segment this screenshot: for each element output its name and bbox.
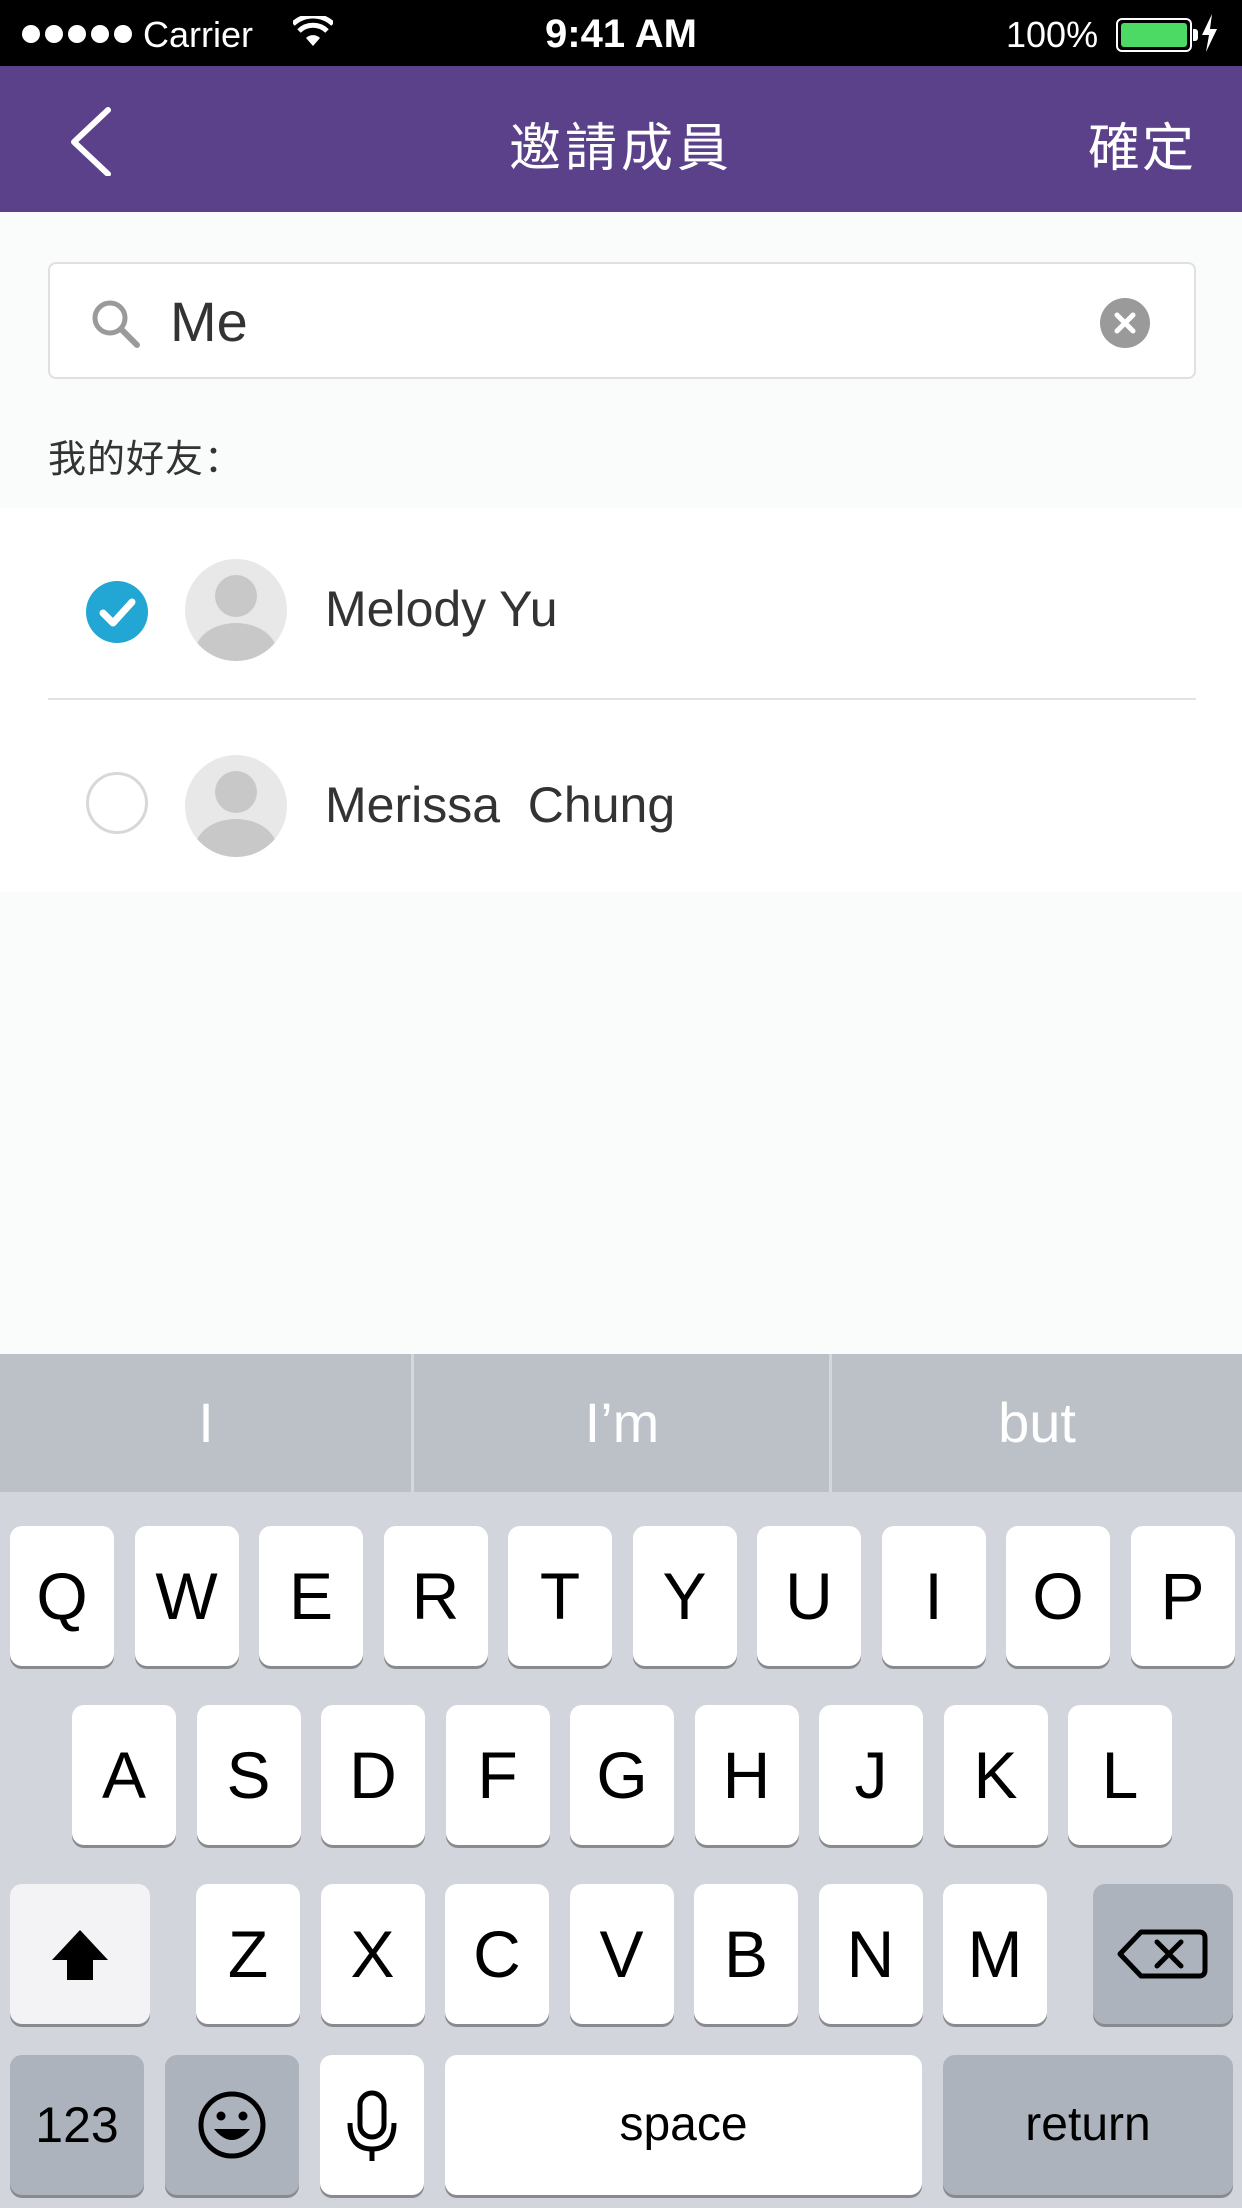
check-icon[interactable] (86, 581, 148, 643)
avatar-placeholder-icon (185, 559, 287, 661)
key-s[interactable]: S (196, 1705, 301, 1845)
key-t[interactable]: T (508, 1526, 612, 1666)
clear-icon[interactable] (1100, 298, 1150, 348)
keyboard: I I’m but QWERTYUIOP ASDFGHJKL ZXCVBNM 1… (0, 1354, 1242, 2208)
key-k[interactable]: K (943, 1705, 1048, 1845)
page-title: 邀請成員 (508, 120, 733, 178)
key-n[interactable]: N (818, 1884, 923, 2024)
status-bar: Carrier 9:41 AM 100% (0, 0, 1242, 66)
friends-list: Melody Yu Merissa Chung (0, 508, 1242, 892)
key-d[interactable]: D (321, 1705, 425, 1845)
shift-key[interactable] (10, 1884, 150, 2024)
key-g[interactable]: G (570, 1705, 674, 1845)
key-y[interactable]: Y (632, 1526, 737, 1666)
confirm-button[interactable]: 確定 (1088, 106, 1196, 181)
search-icon (92, 300, 140, 348)
suggestion-item[interactable]: I’m (414, 1354, 830, 1492)
navigation-bar: 邀請成員 確定 (0, 66, 1242, 212)
friend-row[interactable]: Melody Yu (0, 508, 1242, 700)
suggestion-item[interactable]: but (832, 1354, 1242, 1492)
key-c[interactable]: C (445, 1884, 549, 2024)
key-e[interactable]: E (259, 1526, 363, 1666)
key-j[interactable]: J (819, 1705, 923, 1845)
key-w[interactable]: W (134, 1526, 239, 1666)
return-key[interactable]: return (943, 2055, 1233, 2195)
shift-icon (52, 1930, 108, 1980)
numbers-key[interactable]: 123 (10, 2055, 144, 2195)
key-f[interactable]: F (445, 1705, 550, 1845)
space-key[interactable]: space (445, 2055, 922, 2195)
suggestion-item[interactable]: I (0, 1354, 412, 1492)
emoji-key[interactable] (165, 2055, 299, 2195)
key-z[interactable]: Z (196, 1884, 300, 2024)
battery-icon (1116, 18, 1192, 52)
key-v[interactable]: V (569, 1884, 674, 2024)
backspace-key[interactable] (1093, 1884, 1233, 2024)
key-i[interactable]: I (881, 1526, 986, 1666)
battery-tip (1193, 29, 1198, 41)
key-l[interactable]: L (1068, 1705, 1172, 1845)
friend-row[interactable]: Merissa Chung (0, 700, 1242, 892)
back-chevron-icon[interactable] (60, 106, 130, 176)
key-q[interactable]: Q (10, 1526, 114, 1666)
key-u[interactable]: U (757, 1526, 861, 1666)
charging-bolt-icon (1202, 14, 1217, 52)
key-b[interactable]: B (694, 1884, 798, 2024)
unchecked-circle-icon[interactable] (86, 772, 148, 834)
search-input[interactable] (170, 288, 1070, 354)
key-x[interactable]: X (320, 1884, 425, 2024)
key-a[interactable]: A (72, 1705, 176, 1845)
key-r[interactable]: R (383, 1526, 488, 1666)
avatar-placeholder-icon (185, 755, 287, 857)
backspace-icon (1117, 1929, 1208, 1979)
friend-name: Melody Yu (325, 581, 558, 637)
key-h[interactable]: H (694, 1705, 799, 1845)
emoji-icon (198, 2091, 266, 2159)
key-p[interactable]: P (1130, 1526, 1235, 1666)
microphone-icon (347, 2090, 397, 2161)
suggestion-bar: I I’m but (0, 1354, 1242, 1492)
battery-percentage: 100% (1006, 14, 1099, 55)
friend-name: Merissa Chung (325, 777, 676, 833)
search-field[interactable] (48, 262, 1196, 379)
friends-section-label: 我的好友： (48, 439, 244, 481)
microphone-key[interactable] (320, 2055, 424, 2195)
key-m[interactable]: M (943, 1884, 1047, 2024)
key-o[interactable]: O (1006, 1526, 1110, 1666)
